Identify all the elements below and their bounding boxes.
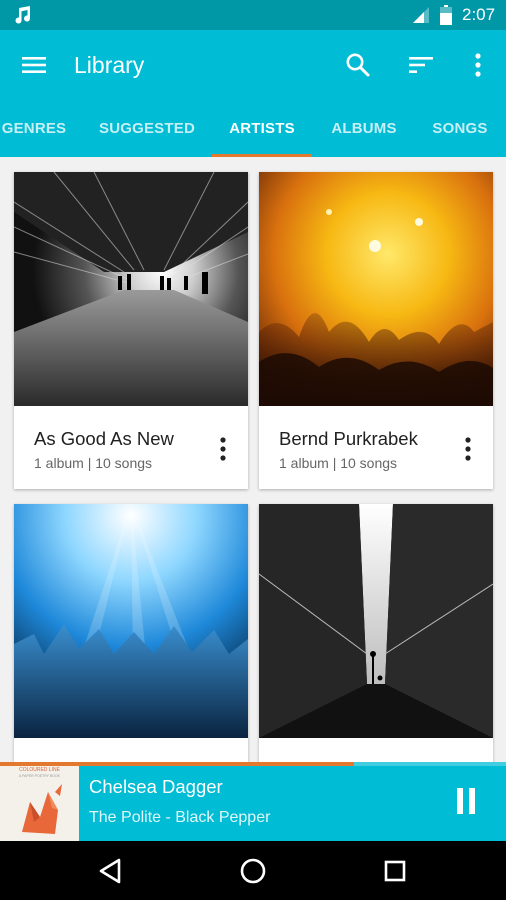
tab-songs[interactable]: SONGS: [420, 100, 500, 157]
playback-progress-track[interactable]: [0, 762, 506, 766]
now-playing-title: Chelsea Dagger: [89, 776, 223, 797]
battery-icon: [440, 5, 452, 25]
artist-card[interactable]: [14, 504, 248, 804]
artist-image: [14, 172, 248, 406]
svg-text:COLOURED LINE: COLOURED LINE: [19, 767, 61, 773]
artist-name: As Good As New: [34, 428, 174, 449]
tab-albums[interactable]: ALBUMS: [318, 100, 410, 157]
library-tabs: GENRES SUGGESTED ARTISTS ALBUMS SONGS: [0, 100, 506, 157]
artist-image: [14, 504, 248, 738]
pause-icon[interactable]: [456, 788, 476, 814]
home-icon[interactable]: [238, 856, 268, 886]
recents-icon[interactable]: [380, 856, 410, 886]
now-playing-artist: The Polite - Black Pepper: [89, 809, 271, 826]
signal-icon: [413, 7, 429, 23]
menu-icon[interactable]: [22, 53, 46, 77]
artist-image: [259, 172, 493, 406]
status-time: 2:07: [462, 5, 496, 24]
system-nav-bar: [0, 841, 506, 900]
music-note-icon: [15, 6, 31, 24]
artist-image: [259, 504, 493, 738]
artist-card[interactable]: [259, 504, 493, 804]
artist-meta: 1 album | 10 songs: [279, 455, 398, 471]
page-title: Library: [74, 52, 145, 78]
artist-card[interactable]: As Good As New 1 album | 10 songs: [14, 172, 248, 489]
search-icon[interactable]: [345, 52, 371, 78]
artist-name: Bernd Purkrabek: [279, 428, 418, 449]
tab-indicator: [212, 154, 312, 157]
tab-genres[interactable]: GENRES: [0, 100, 76, 157]
app-toolbar: Library: [0, 30, 506, 100]
artist-meta: 1 album | 10 songs: [34, 455, 153, 471]
tab-suggested[interactable]: SUGGESTED: [90, 100, 204, 157]
album-art: COLOURED LINE A PAPER POETRY BOOK: [0, 762, 79, 841]
more-vert-icon[interactable]: [216, 436, 230, 462]
status-bar: 2:07: [0, 0, 506, 30]
back-icon[interactable]: [96, 856, 126, 886]
svg-text:A PAPER POETRY BOOK: A PAPER POETRY BOOK: [19, 774, 61, 778]
sort-icon[interactable]: [408, 53, 434, 77]
tab-artists[interactable]: ARTISTS: [212, 100, 312, 157]
playback-progress-fill: [0, 762, 355, 766]
more-vert-icon[interactable]: [468, 52, 488, 78]
now-playing-bar[interactable]: COLOURED LINE A PAPER POETRY BOOK Chelse…: [0, 762, 506, 841]
more-vert-icon[interactable]: [461, 436, 475, 462]
artist-card[interactable]: Bernd Purkrabek 1 album | 10 songs: [259, 172, 493, 489]
